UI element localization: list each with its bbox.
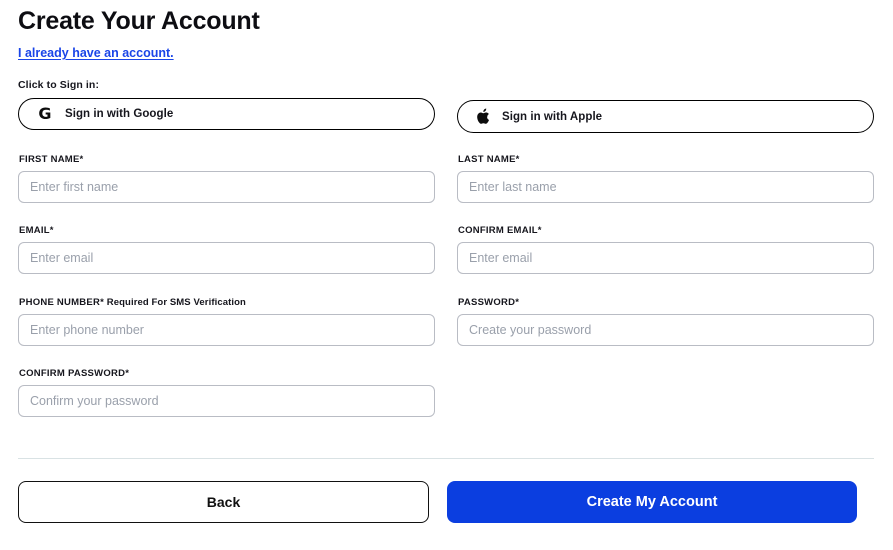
back-button[interactable]: Back bbox=[18, 481, 429, 523]
field-confirm-password: CONFIRM PASSWORD* bbox=[18, 368, 435, 417]
field-confirm-email: CONFIRM EMAIL* bbox=[457, 225, 874, 274]
confirm-password-input[interactable] bbox=[18, 385, 435, 417]
field-label-confirm-password: CONFIRM PASSWORD* bbox=[19, 368, 435, 380]
field-label-note: Required For SMS Verification bbox=[104, 297, 246, 308]
sign-in-with-google-button[interactable]: G Sign in with Google bbox=[18, 98, 435, 130]
field-password: PASSWORD* bbox=[457, 297, 874, 346]
email-input[interactable] bbox=[18, 242, 435, 274]
field-label-text: CONFIRM EMAIL* bbox=[458, 225, 542, 236]
first-name-input[interactable] bbox=[18, 171, 435, 203]
footer-divider bbox=[18, 458, 874, 459]
apple-logo-icon bbox=[476, 108, 490, 125]
google-g-icon: G bbox=[38, 104, 52, 123]
field-label-text: EMAIL* bbox=[19, 225, 54, 236]
sign-in-with-apple-button[interactable]: Sign in with Apple bbox=[457, 100, 874, 133]
already-have-account-link[interactable]: I already have an account. bbox=[18, 45, 174, 61]
field-label-text: FIRST NAME* bbox=[19, 154, 84, 165]
field-label-password: PASSWORD* bbox=[458, 297, 874, 309]
phone-number-input[interactable] bbox=[18, 314, 435, 346]
create-account-page: Create Your Account I already have an ac… bbox=[0, 0, 893, 550]
field-label-text: PASSWORD* bbox=[458, 297, 520, 308]
field-label-text: LAST NAME* bbox=[458, 154, 520, 165]
field-email: EMAIL* bbox=[18, 225, 435, 274]
apple-button-label: Sign in with Apple bbox=[502, 110, 603, 123]
field-label-last-name: LAST NAME* bbox=[458, 154, 874, 166]
field-phone-number: PHONE NUMBER* Required For SMS Verificat… bbox=[18, 297, 435, 346]
field-first-name: FIRST NAME* bbox=[18, 154, 435, 203]
click-to-signin-caption: Click to Sign in: bbox=[18, 79, 100, 91]
google-button-label: Sign in with Google bbox=[65, 108, 174, 120]
create-my-account-button[interactable]: Create My Account bbox=[447, 481, 857, 523]
field-label-confirm-email: CONFIRM EMAIL* bbox=[458, 225, 874, 237]
confirm-email-input[interactable] bbox=[457, 242, 874, 274]
field-label-email: EMAIL* bbox=[19, 225, 435, 237]
last-name-input[interactable] bbox=[457, 171, 874, 203]
field-label-text: PHONE NUMBER* bbox=[19, 297, 105, 308]
field-last-name: LAST NAME* bbox=[457, 154, 874, 203]
field-label-text: CONFIRM PASSWORD* bbox=[19, 368, 130, 379]
password-input[interactable] bbox=[457, 314, 874, 346]
field-label-phone-number: PHONE NUMBER* Required For SMS Verificat… bbox=[19, 297, 435, 309]
page-title: Create Your Account bbox=[18, 7, 260, 35]
field-label-first-name: FIRST NAME* bbox=[19, 154, 435, 166]
